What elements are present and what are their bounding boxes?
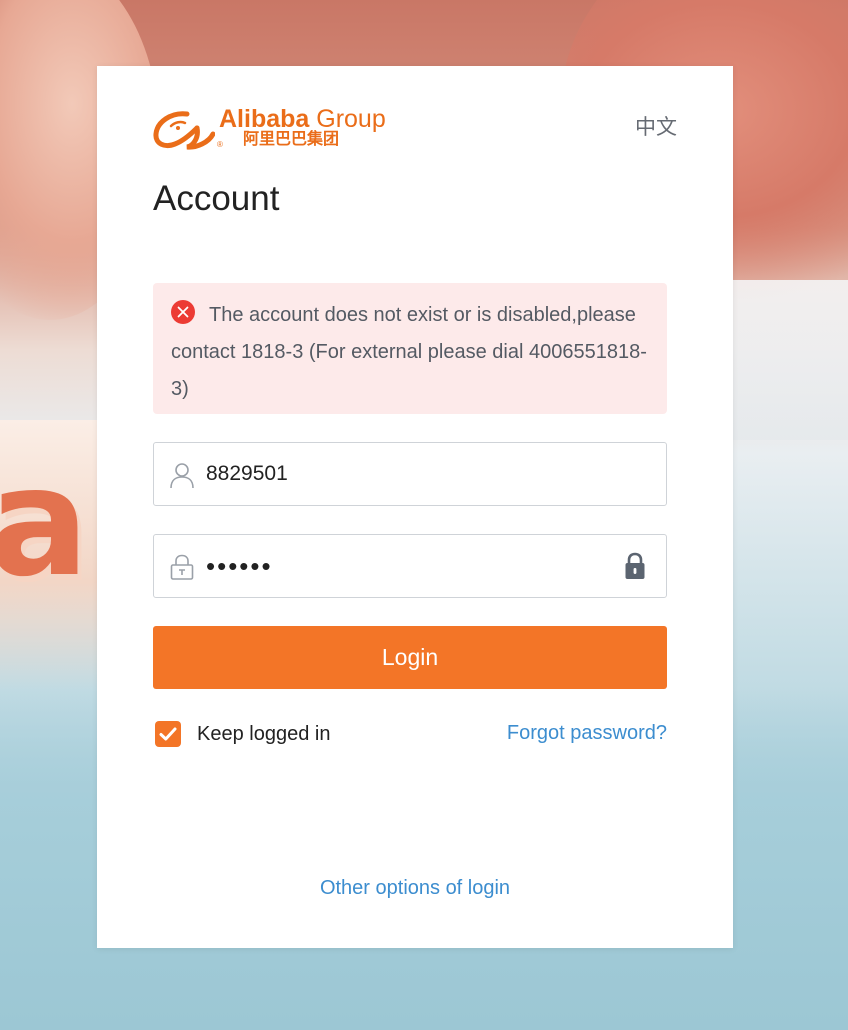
login-card: Alibaba Group ® 阿里巴巴集团 中文 Account The ac… [97,66,733,948]
background-letter: a [0,436,90,610]
error-alert: The account does not exist or is disable… [153,283,667,414]
user-icon [170,463,194,489]
password-input[interactable] [206,535,626,597]
registered-mark: ® [217,140,223,149]
forgot-password-link[interactable]: Forgot password? [507,722,667,745]
language-switch-link[interactable]: 中文 [635,111,677,141]
keep-logged-in-checkbox[interactable] [155,721,181,747]
alibaba-logo: Alibaba Group ® 阿里巴巴集团 [153,104,423,154]
other-login-options: Other options of login [97,877,733,900]
login-button[interactable]: Login [153,626,667,689]
username-field[interactable] [153,442,667,506]
background-object [720,280,848,440]
logo-wordmark: Alibaba Group [219,105,386,133]
logo-chinese-name: 阿里巴巴集团 [243,131,340,148]
alibaba-smile-logo-icon [153,111,215,150]
password-field[interactable] [153,534,667,598]
username-input[interactable] [206,443,626,505]
padlock-icon[interactable] [624,552,646,580]
error-message: The account does not exist or is disable… [171,297,649,408]
checkmark-icon [159,727,177,741]
page-title: Account [153,179,280,218]
other-login-options-link[interactable]: Other options of login [320,877,510,899]
close-circle-icon [171,300,195,324]
lock-icon [170,554,194,580]
error-message-text: The account does not exist or is disable… [171,304,647,400]
keep-logged-in-option[interactable]: Keep logged in [155,720,330,748]
keep-logged-in-label: Keep logged in [197,722,331,745]
